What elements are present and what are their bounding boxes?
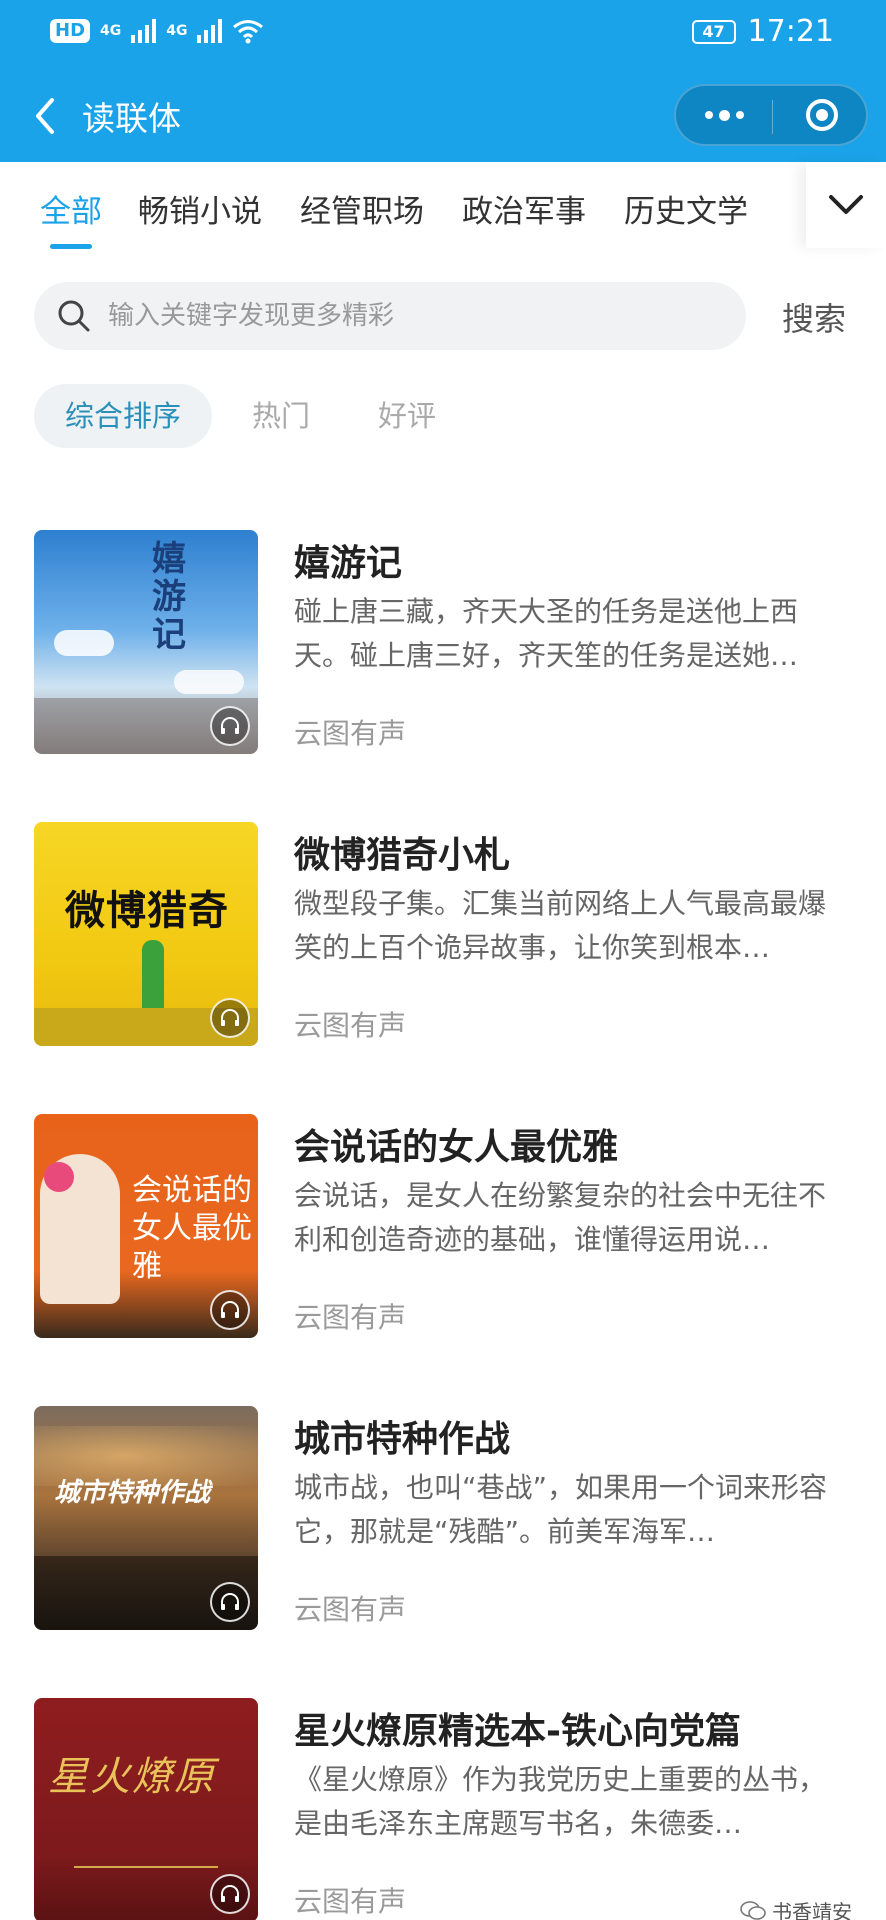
book-title: 会说话的女人最优雅 — [294, 1127, 619, 1168]
watermark: 书香靖安 — [740, 1896, 852, 1920]
book-cover[interactable]: 会说话的女人最优雅 — [34, 1114, 258, 1338]
expand-tabs-button[interactable] — [806, 162, 886, 248]
book-cover[interactable]: 嬉游记 — [34, 530, 258, 754]
cover-title: 嬉游记 — [152, 539, 186, 655]
tab-all[interactable]: 全部 — [40, 186, 102, 231]
cover-title: 城市特种作战 — [54, 1478, 211, 1508]
headphones-icon — [210, 706, 250, 746]
app-header: HD 4G 4G 47 17:21 读联体 — [0, 0, 886, 162]
search-icon — [58, 300, 90, 332]
signal-icon — [131, 19, 157, 43]
headphones-icon — [210, 998, 250, 1038]
book-item[interactable]: 微博猎奇 微博猎奇小札 微型段子集。汇集当前网络上人气最高最爆笑的上百个诡异故事… — [0, 822, 886, 1062]
search-input[interactable] — [108, 282, 728, 350]
headphones-icon — [210, 1290, 250, 1330]
book-title: 星火燎原精选本-铁心向党篇 — [294, 1711, 741, 1752]
sort-hot[interactable]: 热门 — [252, 384, 310, 448]
book-title: 城市特种作战 — [294, 1419, 511, 1460]
book-description: 会说话，是女人在纷繁复杂的社会中无往不利和创造奇迹的基础，谁懂得运用说… — [294, 1179, 827, 1256]
book-cover[interactable]: 城市特种作战 — [34, 1406, 258, 1630]
book-description: 碰上唐三藏，齐天大圣的任务是送他上西天。碰上唐三好，齐天笙的任务是送她… — [294, 595, 799, 672]
page-title: 读联体 — [82, 99, 181, 138]
headphones-icon — [210, 1582, 250, 1622]
tab-business[interactable]: 经管职场 — [300, 186, 424, 231]
status-time: 17:21 — [747, 14, 834, 49]
book-source: 云图有声 — [294, 1885, 407, 1918]
wifi-icon — [233, 20, 264, 44]
wechat-icon — [740, 1900, 766, 1920]
cover-clouds — [54, 630, 114, 656]
book-title: 嬉游记 — [294, 543, 403, 584]
network-label-2: 4G — [166, 23, 188, 39]
battery-icon: 47 — [691, 19, 736, 44]
headphones-icon — [210, 1874, 250, 1914]
target-circle-icon — [806, 99, 838, 131]
book-title: 微博猎奇小札 — [294, 835, 511, 876]
status-bar: HD 4G 4G 47 17:21 — [0, 0, 886, 66]
network-label-1: 4G — [100, 23, 122, 39]
tab-bestseller-novels[interactable]: 畅销小说 — [138, 186, 262, 231]
book-item[interactable]: 会说话的女人最优雅 会说话的女人最优雅 会说话，是女人在纷繁复杂的社会中无往不利… — [0, 1114, 886, 1354]
signal-icon-2 — [197, 19, 223, 43]
tab-history-literature[interactable]: 历史文学 — [624, 186, 748, 231]
book-source: 云图有声 — [294, 1301, 407, 1334]
mini-program-capsule — [674, 84, 868, 146]
hd-badge: HD — [50, 19, 91, 43]
status-left: HD 4G 4G — [50, 18, 264, 44]
book-item[interactable]: 嬉游记 嬉游记 碰上唐三藏，齐天大圣的任务是送他上西天。碰上唐三好，齐天笙的任务… — [0, 530, 886, 770]
book-description: 《星火燎原》作为我党历史上重要的丛书，是由毛泽东主席题写书名，朱德委… — [294, 1763, 827, 1840]
capsule-divider — [772, 100, 773, 134]
book-source: 云图有声 — [294, 1009, 407, 1042]
more-dots-icon — [704, 111, 713, 119]
book-description: 微型段子集。汇集当前网络上人气最高最爆笑的上百个诡异故事，让你笑到根本… — [294, 887, 827, 964]
book-cover[interactable]: 微博猎奇 — [34, 822, 258, 1046]
cover-title: 微博猎奇 — [65, 887, 229, 934]
chevron-down-icon — [829, 195, 863, 214]
more-button[interactable] — [676, 86, 772, 144]
chevron-left-icon[interactable] — [28, 96, 62, 136]
search-button[interactable]: 搜索 — [782, 294, 846, 340]
book-description: 城市战，也叫“巷战”，如果用一个词来形容它，那就是“残酷”。前美军海军… — [294, 1471, 828, 1548]
category-tabs: 全部 畅销小说 经管职场 政治军事 历史文学 — [0, 162, 886, 254]
active-tab-indicator — [50, 244, 92, 249]
book-cover[interactable]: 星火燎原 — [34, 1698, 258, 1920]
cover-title: 会说话的女人最优雅 — [132, 1173, 252, 1284]
book-item[interactable]: 星火燎原 星火燎原精选本-铁心向党篇 《星火燎原》作为我党历史上重要的丛书，是由… — [0, 1698, 886, 1920]
cover-title: 星火燎原 — [48, 1754, 216, 1800]
book-source: 云图有声 — [294, 717, 407, 750]
close-capsule-button[interactable] — [774, 86, 870, 144]
tab-politics-military[interactable]: 政治军事 — [462, 186, 586, 231]
sort-comprehensive[interactable]: 综合排序 — [34, 384, 212, 448]
sort-good-reviews[interactable]: 好评 — [378, 384, 436, 448]
book-item[interactable]: 城市特种作战 城市特种作战 城市战，也叫“巷战”，如果用一个词来形容它，那就是“… — [0, 1406, 886, 1646]
watermark-text: 书香靖安 — [772, 1900, 852, 1920]
status-right: 47 17:21 — [691, 14, 834, 49]
title-bar: 读联体 — [0, 66, 886, 162]
book-source: 云图有声 — [294, 1593, 407, 1626]
search-box — [34, 282, 746, 350]
